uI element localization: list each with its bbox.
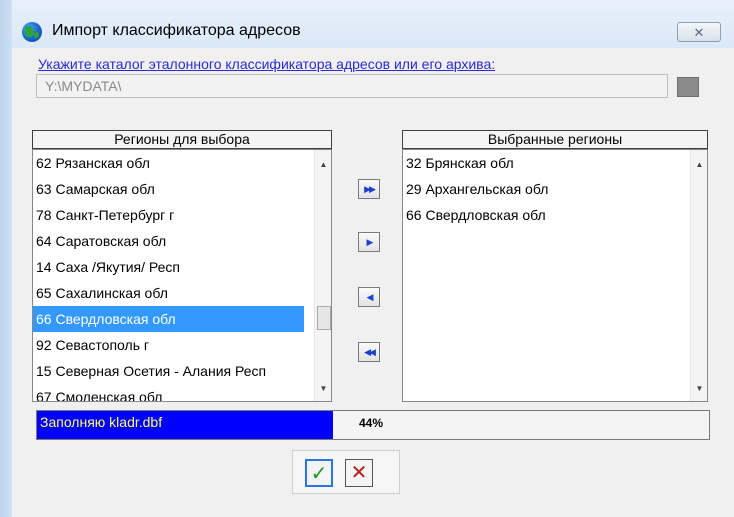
progress-status-text: Заполняю kladr.dbf [40, 414, 163, 430]
available-scrollbar[interactable]: ▲ ▼ [314, 150, 331, 401]
available-regions-list[interactable]: 62 Рязанская обл 63 Самарская обл 78 Санкт… [32, 149, 332, 402]
scroll-down-arrow-icon[interactable]: ▼ [691, 380, 707, 397]
browse-button[interactable] [677, 77, 699, 97]
available-region-item[interactable]: 62 Рязанская обл [33, 150, 331, 176]
import-dialog: Импорт классификатора адресов ✕ Укажите … [0, 0, 734, 517]
ok-button[interactable]: ✓ [305, 459, 333, 487]
path-input[interactable]: Y:\MYDATA\ [36, 74, 668, 98]
scroll-up-arrow-icon[interactable]: ▲ [691, 156, 707, 173]
selected-scrollbar[interactable]: ▲ ▼ [690, 150, 707, 401]
available-region-item[interactable]: 63 Самарская обл [33, 176, 331, 202]
scroll-down-arrow-icon[interactable]: ▼ [315, 380, 331, 397]
available-region-item[interactable]: 92 Севастополь г [33, 332, 331, 358]
available-region-item[interactable]: 66 Свердловская обл [33, 306, 304, 332]
available-region-item[interactable]: 15 Северная Осетия - Алания Респ [33, 358, 331, 384]
selected-region-item[interactable]: 32 Брянская обл [403, 150, 707, 176]
selected-regions-list[interactable]: 32 Брянская обл 29 Архангельская обл 66 Св… [402, 149, 708, 402]
action-buttons: ✓ ✕ [292, 450, 400, 494]
scroll-up-arrow-icon[interactable]: ▲ [315, 156, 331, 173]
selected-region-item[interactable]: 66 Свердловская обл [403, 202, 707, 228]
available-region-item[interactable]: 78 Санкт-Петербург г [33, 202, 331, 228]
remove-one-button[interactable]: ◀ [358, 287, 380, 307]
available-region-item[interactable]: 67 Смоленская обл [33, 384, 331, 401]
scroll-thumb[interactable] [317, 306, 331, 330]
add-one-button[interactable]: ▶ [358, 232, 380, 252]
progress-bar: Заполняю kladr.dbf 44% [36, 410, 710, 440]
selected-region-item[interactable]: 29 Архангельская обл [403, 176, 707, 202]
window-frame [0, 0, 12, 517]
cancel-button[interactable]: ✕ [345, 459, 373, 487]
available-region-item[interactable]: 64 Саратовская обл [33, 228, 331, 254]
remove-all-button[interactable]: ◀◀ [358, 342, 380, 362]
available-regions-header: Регионы для выбора [32, 130, 332, 149]
close-button[interactable]: ✕ [677, 22, 721, 42]
add-all-button[interactable]: ▶▶ [358, 179, 380, 199]
available-region-item[interactable]: 14 Саха /Якутия/ Респ [33, 254, 331, 280]
window-title: Импорт классификатора адресов [52, 22, 301, 39]
path-label: Укажите каталог эталонного классификатор… [38, 56, 496, 72]
progress-percent: 44% [359, 416, 384, 430]
available-region-item[interactable]: 65 Сахалинская обл [33, 280, 331, 306]
selected-regions-header: Выбранные регионы [402, 130, 708, 149]
globe-icon [22, 22, 42, 42]
